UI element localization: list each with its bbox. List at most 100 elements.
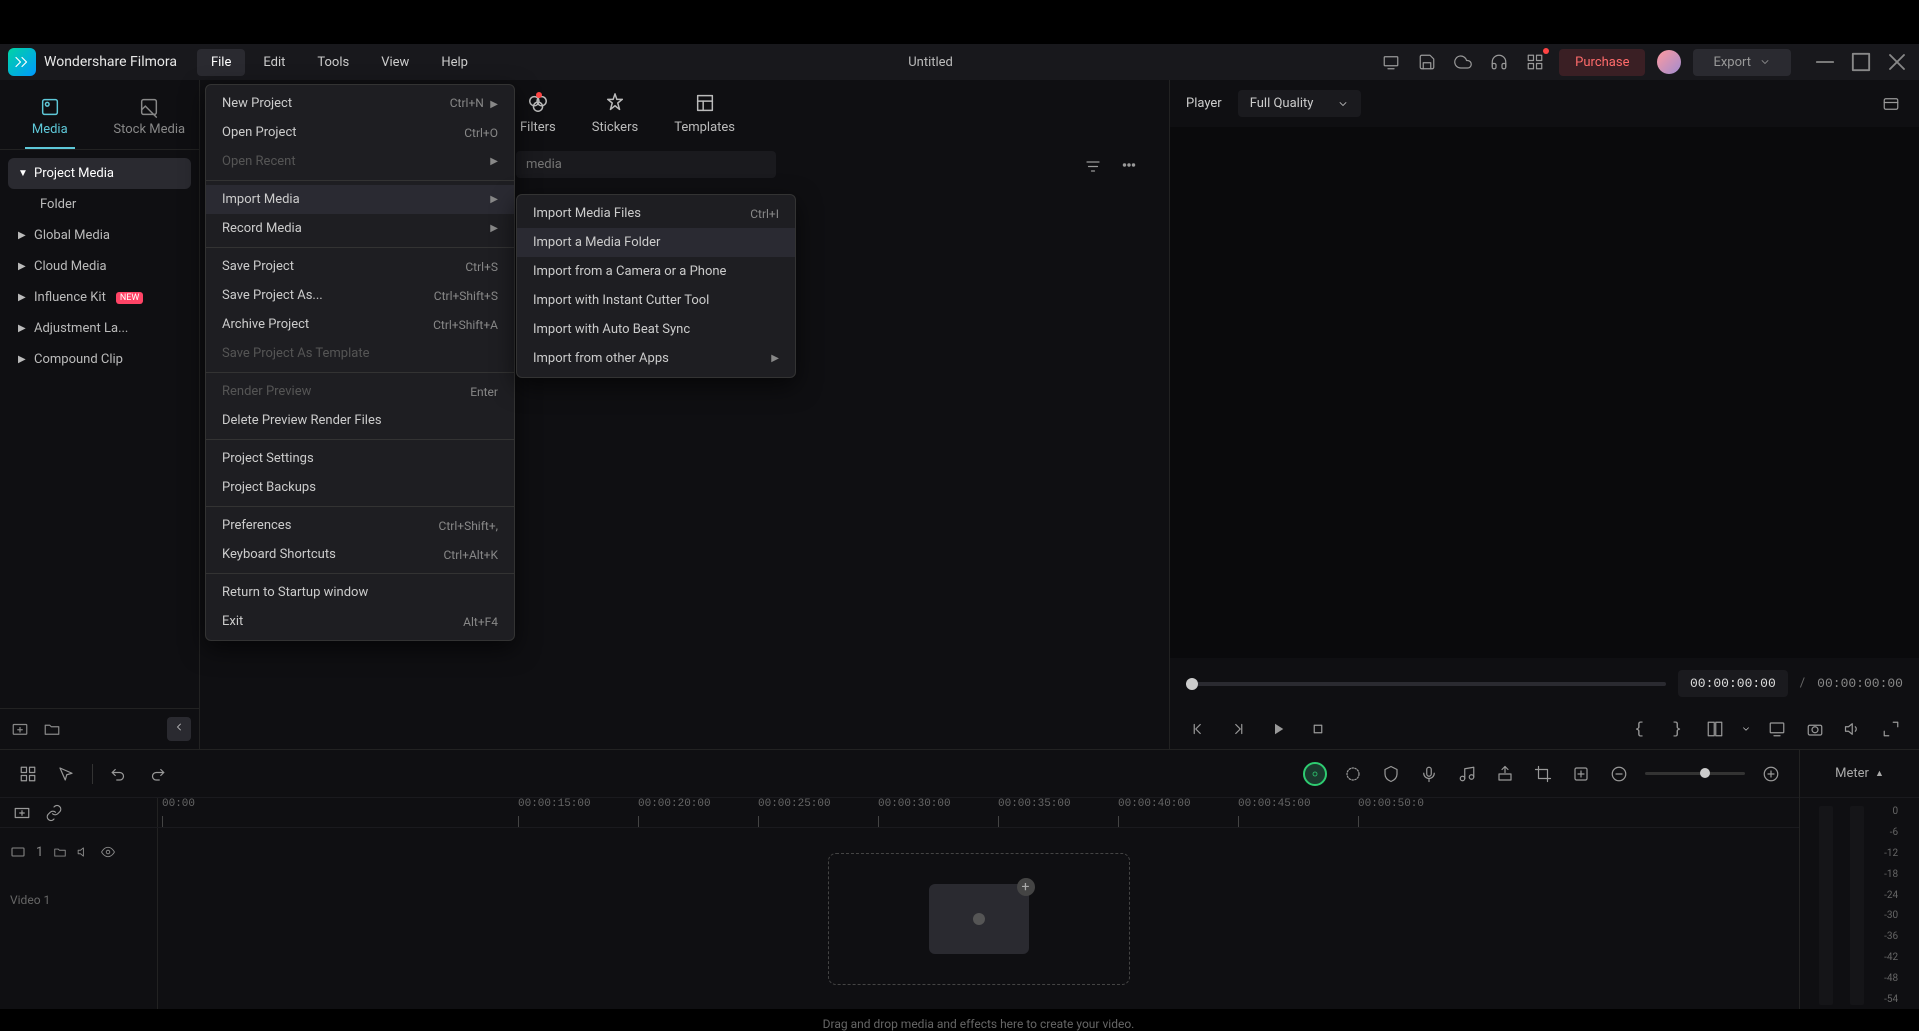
tab-templates[interactable]: Templates xyxy=(674,92,735,135)
close-button[interactable] xyxy=(1883,48,1911,76)
next-frame-icon[interactable] xyxy=(1226,717,1250,741)
dd-return-startup[interactable]: Return to Startup window xyxy=(206,578,514,607)
tl-music-icon[interactable] xyxy=(1455,762,1479,786)
dd-import-other-apps[interactable]: Import from other Apps▶ xyxy=(517,344,795,373)
tab-stock-media[interactable]: Stock Media xyxy=(100,88,200,149)
menu-view[interactable]: View xyxy=(367,49,423,76)
timeline-ruler[interactable]: 00:00 00:00:15:00 00:00:20:00 00:00:25:0… xyxy=(158,798,1799,827)
add-folder-icon[interactable] xyxy=(8,717,32,741)
grid-icon[interactable] xyxy=(1523,50,1547,74)
search-input[interactable] xyxy=(516,151,776,178)
play-icon[interactable] xyxy=(1266,717,1290,741)
prev-frame-icon[interactable] xyxy=(1186,717,1210,741)
avatar[interactable] xyxy=(1657,50,1681,74)
tl-marker-icon[interactable] xyxy=(1493,762,1517,786)
filter-icon[interactable] xyxy=(1081,153,1105,177)
display-icon[interactable] xyxy=(1765,717,1789,741)
dd-project-backups[interactable]: Project Backups xyxy=(206,473,514,502)
dd-import-folder[interactable]: Import a Media Folder xyxy=(517,228,795,257)
dd-exit[interactable]: ExitAlt+F4 xyxy=(206,607,514,636)
dd-save-project-as[interactable]: Save Project As...Ctrl+Shift+S xyxy=(206,281,514,310)
dd-open-project[interactable]: Open ProjectCtrl+O xyxy=(206,118,514,147)
chevron-down-icon[interactable] xyxy=(1741,724,1751,734)
export-button[interactable]: Export xyxy=(1693,49,1791,76)
tree-influence-kit[interactable]: ▶Influence KitNEW xyxy=(8,282,191,313)
tl-redo-icon[interactable] xyxy=(145,762,169,786)
tab-media[interactable]: Media xyxy=(0,88,100,149)
dd-archive-project[interactable]: Archive ProjectCtrl+Shift+A xyxy=(206,310,514,339)
device-icon[interactable] xyxy=(1379,50,1403,74)
tl-color-icon[interactable] xyxy=(1341,762,1365,786)
menu-help[interactable]: Help xyxy=(427,49,482,76)
tl-undo-icon[interactable] xyxy=(107,762,131,786)
volume-icon[interactable] xyxy=(1841,717,1865,741)
purchase-button[interactable]: Purchase xyxy=(1559,49,1645,76)
dd-import-media[interactable]: Import Media▶ xyxy=(206,185,514,214)
player-scrubber[interactable] xyxy=(1186,682,1666,686)
tl-cursor-icon[interactable] xyxy=(54,762,78,786)
dd-save-project[interactable]: Save ProjectCtrl+S xyxy=(206,252,514,281)
tl-shield-icon[interactable] xyxy=(1379,762,1403,786)
dd-new-project[interactable]: New ProjectCtrl+N ▶ xyxy=(206,89,514,118)
minimize-button[interactable] xyxy=(1811,48,1839,76)
tree-adjustment-layer[interactable]: ▶Adjustment La... xyxy=(8,313,191,344)
tab-stickers[interactable]: Stickers xyxy=(592,92,638,135)
menu-edit[interactable]: Edit xyxy=(249,49,299,76)
layout-icon[interactable] xyxy=(1703,717,1727,741)
timeline-tracks-area[interactable]: Drag and drop media and effects here to … xyxy=(158,828,1799,1009)
fullscreen-icon[interactable] xyxy=(1879,717,1903,741)
snapshot-panel-icon[interactable] xyxy=(1879,92,1903,116)
quality-selector[interactable]: Full Quality xyxy=(1238,90,1362,117)
tl-track-add-icon[interactable] xyxy=(10,801,34,825)
collapse-sidebar-button[interactable] xyxy=(167,717,191,741)
tree-cloud-media[interactable]: ▶Cloud Media xyxy=(8,251,191,282)
video-track-icon xyxy=(10,844,26,860)
mute-icon[interactable] xyxy=(77,845,91,859)
tl-grid-icon[interactable] xyxy=(16,762,40,786)
zoom-slider[interactable] xyxy=(1645,772,1745,775)
tl-mic-icon[interactable] xyxy=(1417,762,1441,786)
dd-import-files[interactable]: Import Media FilesCtrl+I xyxy=(517,199,795,228)
dd-import-camera[interactable]: Import from a Camera or a Phone xyxy=(517,257,795,286)
ai-badge-icon[interactable] xyxy=(1303,762,1327,786)
media-placeholder-icon[interactable] xyxy=(929,884,1029,954)
tree-global-media[interactable]: ▶Global Media xyxy=(8,220,191,251)
camera-icon[interactable] xyxy=(1803,717,1827,741)
dd-project-settings[interactable]: Project Settings xyxy=(206,444,514,473)
tree-compound-clip[interactable]: ▶Compound Clip xyxy=(8,344,191,375)
dd-keyboard-shortcuts[interactable]: Keyboard ShortcutsCtrl+Alt+K xyxy=(206,540,514,569)
save-icon[interactable] xyxy=(1415,50,1439,74)
track-header-video1[interactable]: 1 xyxy=(0,828,157,876)
dd-record-media[interactable]: Record Media▶ xyxy=(206,214,514,243)
dd-preferences[interactable]: PreferencesCtrl+Shift+, xyxy=(206,511,514,540)
menu-tools[interactable]: Tools xyxy=(303,49,363,76)
dd-delete-preview[interactable]: Delete Preview Render Files xyxy=(206,406,514,435)
tl-zoom-in-icon[interactable] xyxy=(1759,762,1783,786)
file-dropdown: New ProjectCtrl+N ▶ Open ProjectCtrl+O O… xyxy=(205,84,515,641)
mark-out-icon[interactable]: } xyxy=(1665,717,1689,741)
cloud-icon[interactable] xyxy=(1451,50,1475,74)
dd-import-instant-cutter[interactable]: Import with Instant Cutter Tool xyxy=(517,286,795,315)
tl-add-icon[interactable] xyxy=(1569,762,1593,786)
tab-filters[interactable]: Filters xyxy=(520,92,556,135)
timecode-current: 00:00:00:00 xyxy=(1678,670,1788,697)
dd-import-beat-sync[interactable]: Import with Auto Beat Sync xyxy=(517,315,795,344)
tl-link-icon[interactable] xyxy=(42,801,66,825)
tl-zoom-out-icon[interactable] xyxy=(1607,762,1631,786)
tree-folder[interactable]: Folder xyxy=(8,189,191,220)
tl-crop-icon[interactable] xyxy=(1531,762,1555,786)
app-logo xyxy=(8,48,36,76)
meter-header[interactable]: Meter ▲ xyxy=(1800,750,1919,798)
more-icon[interactable] xyxy=(1117,153,1141,177)
stop-icon[interactable] xyxy=(1306,717,1330,741)
maximize-button[interactable] xyxy=(1847,48,1875,76)
folder-icon[interactable] xyxy=(40,717,64,741)
timeline-dropzone[interactable] xyxy=(828,853,1130,985)
tree-project-media[interactable]: ▼Project Media xyxy=(8,158,191,189)
eye-icon[interactable] xyxy=(101,845,115,859)
headset-icon[interactable] xyxy=(1487,50,1511,74)
mark-in-icon[interactable]: { xyxy=(1627,717,1651,741)
menu-file[interactable]: File xyxy=(197,49,245,76)
folder-small-icon[interactable] xyxy=(53,845,67,859)
meter-bar-right xyxy=(1850,806,1864,1005)
